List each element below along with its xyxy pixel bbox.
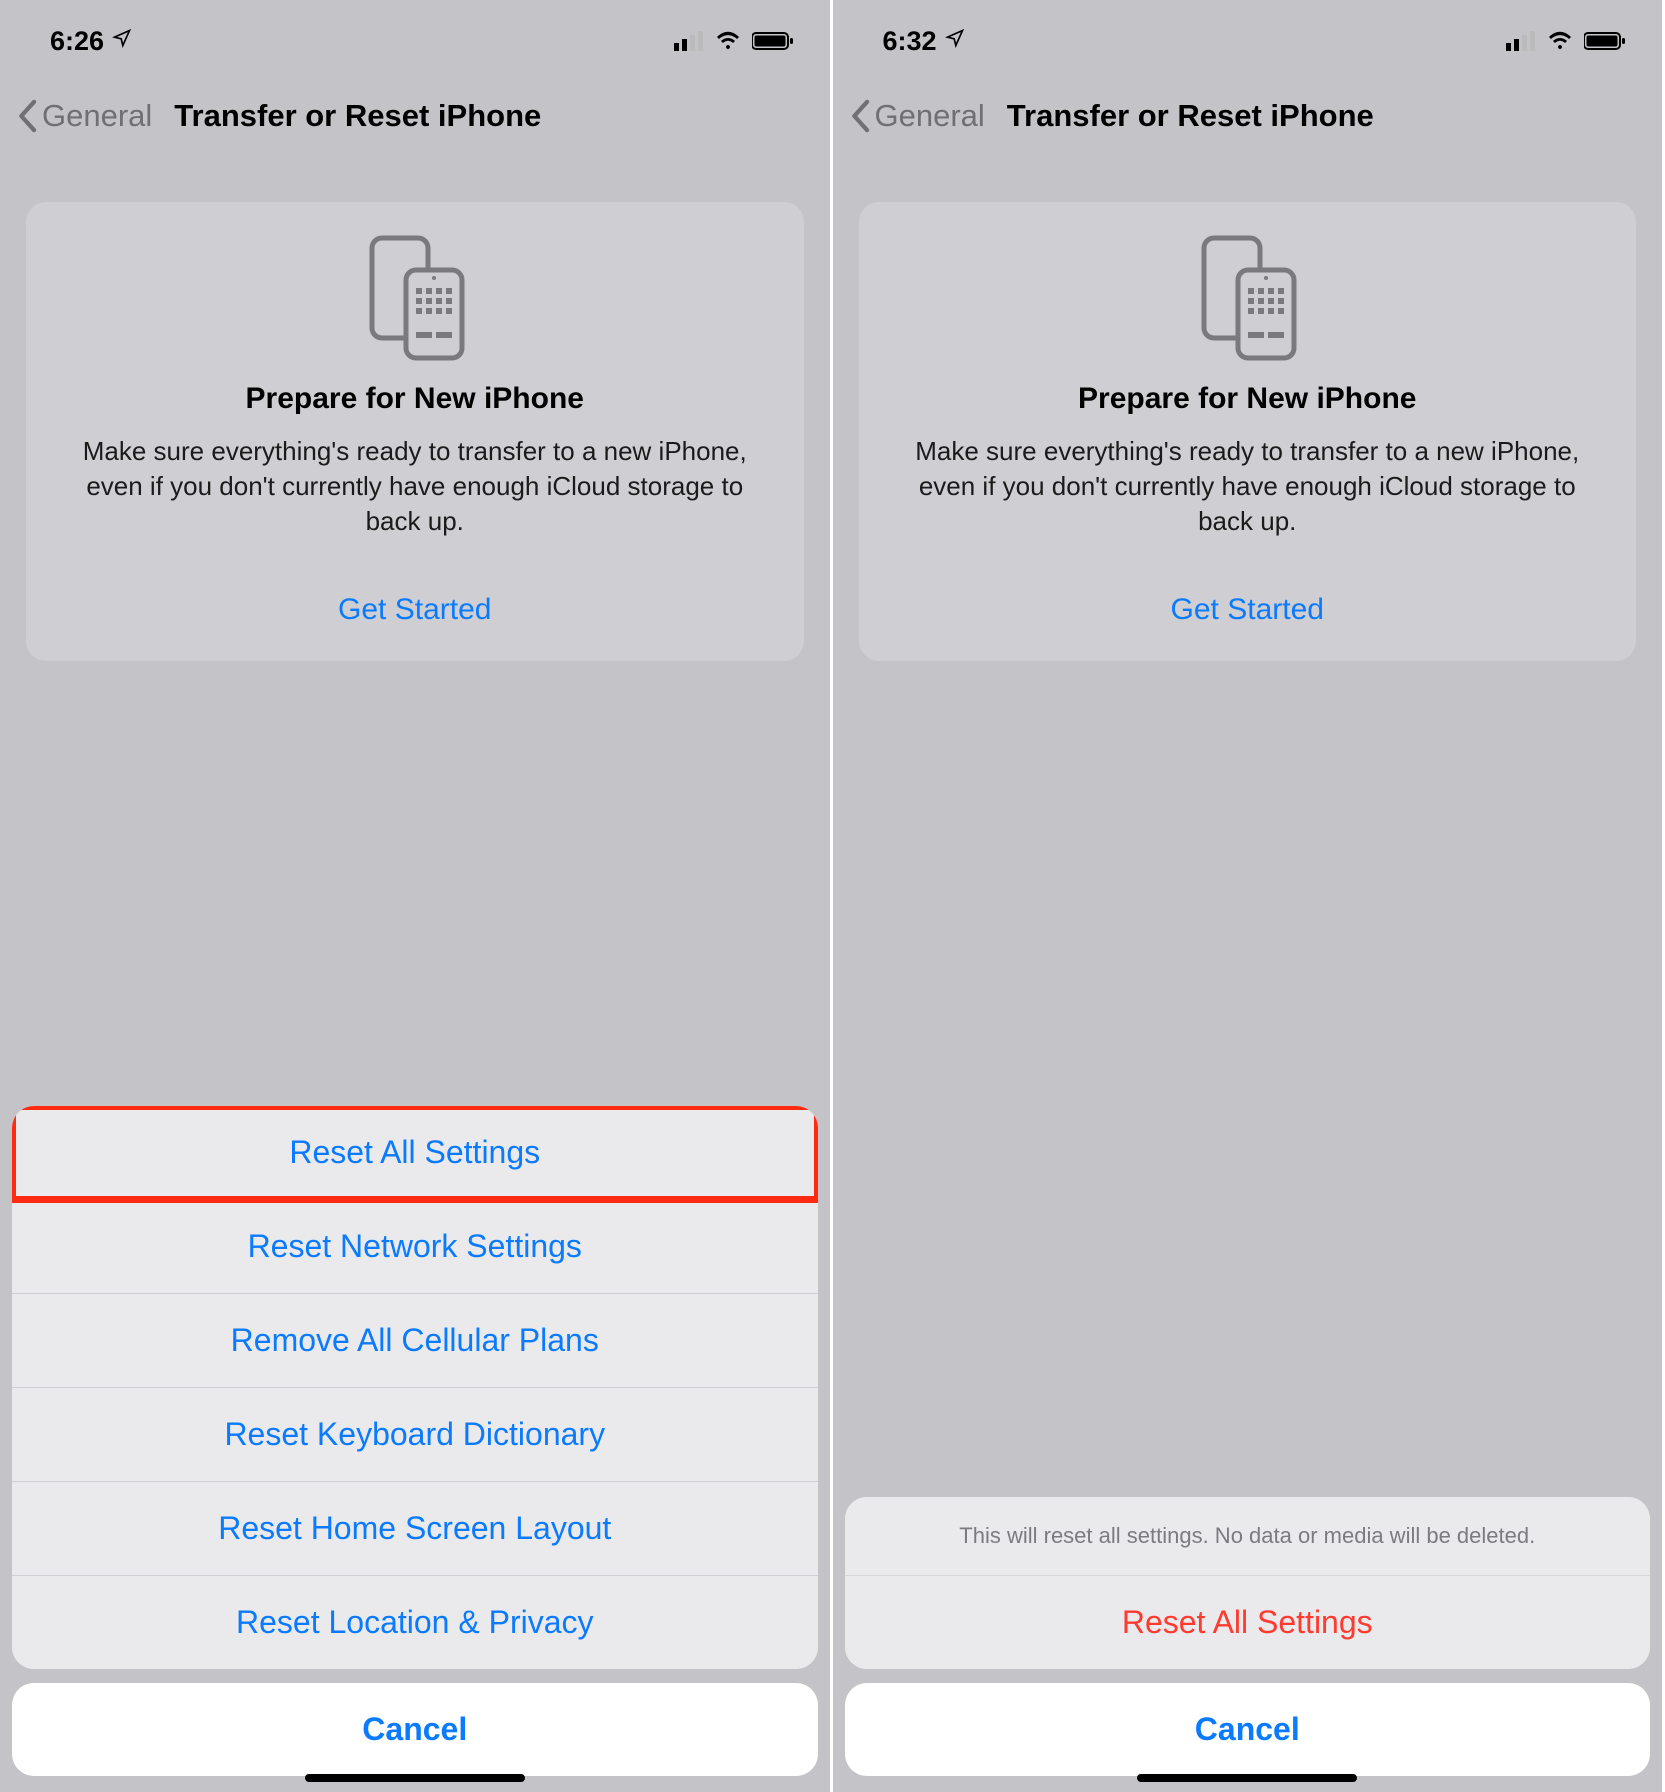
page-title: Transfer or Reset iPhone — [1007, 98, 1374, 134]
card-title: Prepare for New iPhone — [62, 382, 768, 416]
page-title: Transfer or Reset iPhone — [174, 98, 541, 134]
phone-right: 6:32 General Transfer or Reset iPhone — [833, 0, 1665, 1792]
card-description: Make sure everything's ready to transfer… — [895, 434, 1601, 539]
nav-bar: General Transfer or Reset iPhone — [0, 70, 830, 162]
back-label: General — [42, 98, 152, 134]
sheet-confirm-group: This will reset all settings. No data or… — [845, 1497, 1651, 1669]
nav-bar: General Transfer or Reset iPhone — [833, 70, 1663, 162]
reset-action-sheet: Reset All Settings Reset Network Setting… — [12, 1106, 818, 1776]
transfer-devices-icon — [62, 232, 768, 362]
card-description: Make sure everything's ready to transfer… — [62, 434, 768, 539]
home-indicator[interactable] — [1137, 1774, 1357, 1782]
reset-keyboard-dictionary-option[interactable]: Reset Keyboard Dictionary — [12, 1388, 818, 1482]
cellular-signal-icon — [674, 31, 704, 51]
remove-cellular-plans-option[interactable]: Remove All Cellular Plans — [12, 1294, 818, 1388]
cancel-button[interactable]: Cancel — [845, 1683, 1651, 1776]
battery-icon — [752, 31, 794, 51]
back-button[interactable]: General — [16, 98, 152, 134]
prepare-card: Prepare for New iPhone Make sure everyth… — [26, 202, 804, 661]
reset-home-screen-option[interactable]: Reset Home Screen Layout — [12, 1482, 818, 1576]
chevron-left-icon — [16, 99, 38, 133]
reset-network-settings-option[interactable]: Reset Network Settings — [12, 1200, 818, 1294]
back-label: General — [875, 98, 985, 134]
sheet-options-group: Reset All Settings Reset Network Setting… — [12, 1106, 818, 1669]
chevron-left-icon — [849, 99, 871, 133]
home-indicator[interactable] — [305, 1774, 525, 1782]
wifi-icon — [714, 31, 742, 51]
get-started-link[interactable]: Get Started — [895, 593, 1601, 627]
status-bar: 6:26 — [0, 0, 830, 70]
back-button[interactable]: General — [849, 98, 985, 134]
card-title: Prepare for New iPhone — [895, 382, 1601, 416]
reset-location-privacy-option[interactable]: Reset Location & Privacy — [12, 1576, 818, 1669]
confirm-action-sheet: This will reset all settings. No data or… — [845, 1497, 1651, 1776]
prepare-card: Prepare for New iPhone Make sure everyth… — [859, 202, 1637, 661]
cancel-button[interactable]: Cancel — [12, 1683, 818, 1776]
phone-left: 6:26 General Transfer or Reset iPhone — [0, 0, 833, 1792]
battery-icon — [1584, 31, 1626, 51]
location-arrow-icon — [112, 28, 132, 54]
status-bar: 6:32 — [833, 0, 1663, 70]
wifi-icon — [1546, 31, 1574, 51]
cellular-signal-icon — [1506, 31, 1536, 51]
location-arrow-icon — [945, 28, 965, 54]
transfer-devices-icon — [895, 232, 1601, 362]
get-started-link[interactable]: Get Started — [62, 593, 768, 627]
confirm-header: This will reset all settings. No data or… — [845, 1497, 1651, 1576]
status-time: 6:32 — [883, 26, 937, 57]
status-time: 6:26 — [50, 26, 104, 57]
confirm-reset-all-settings[interactable]: Reset All Settings — [845, 1576, 1651, 1669]
reset-all-settings-option[interactable]: Reset All Settings — [12, 1106, 818, 1200]
